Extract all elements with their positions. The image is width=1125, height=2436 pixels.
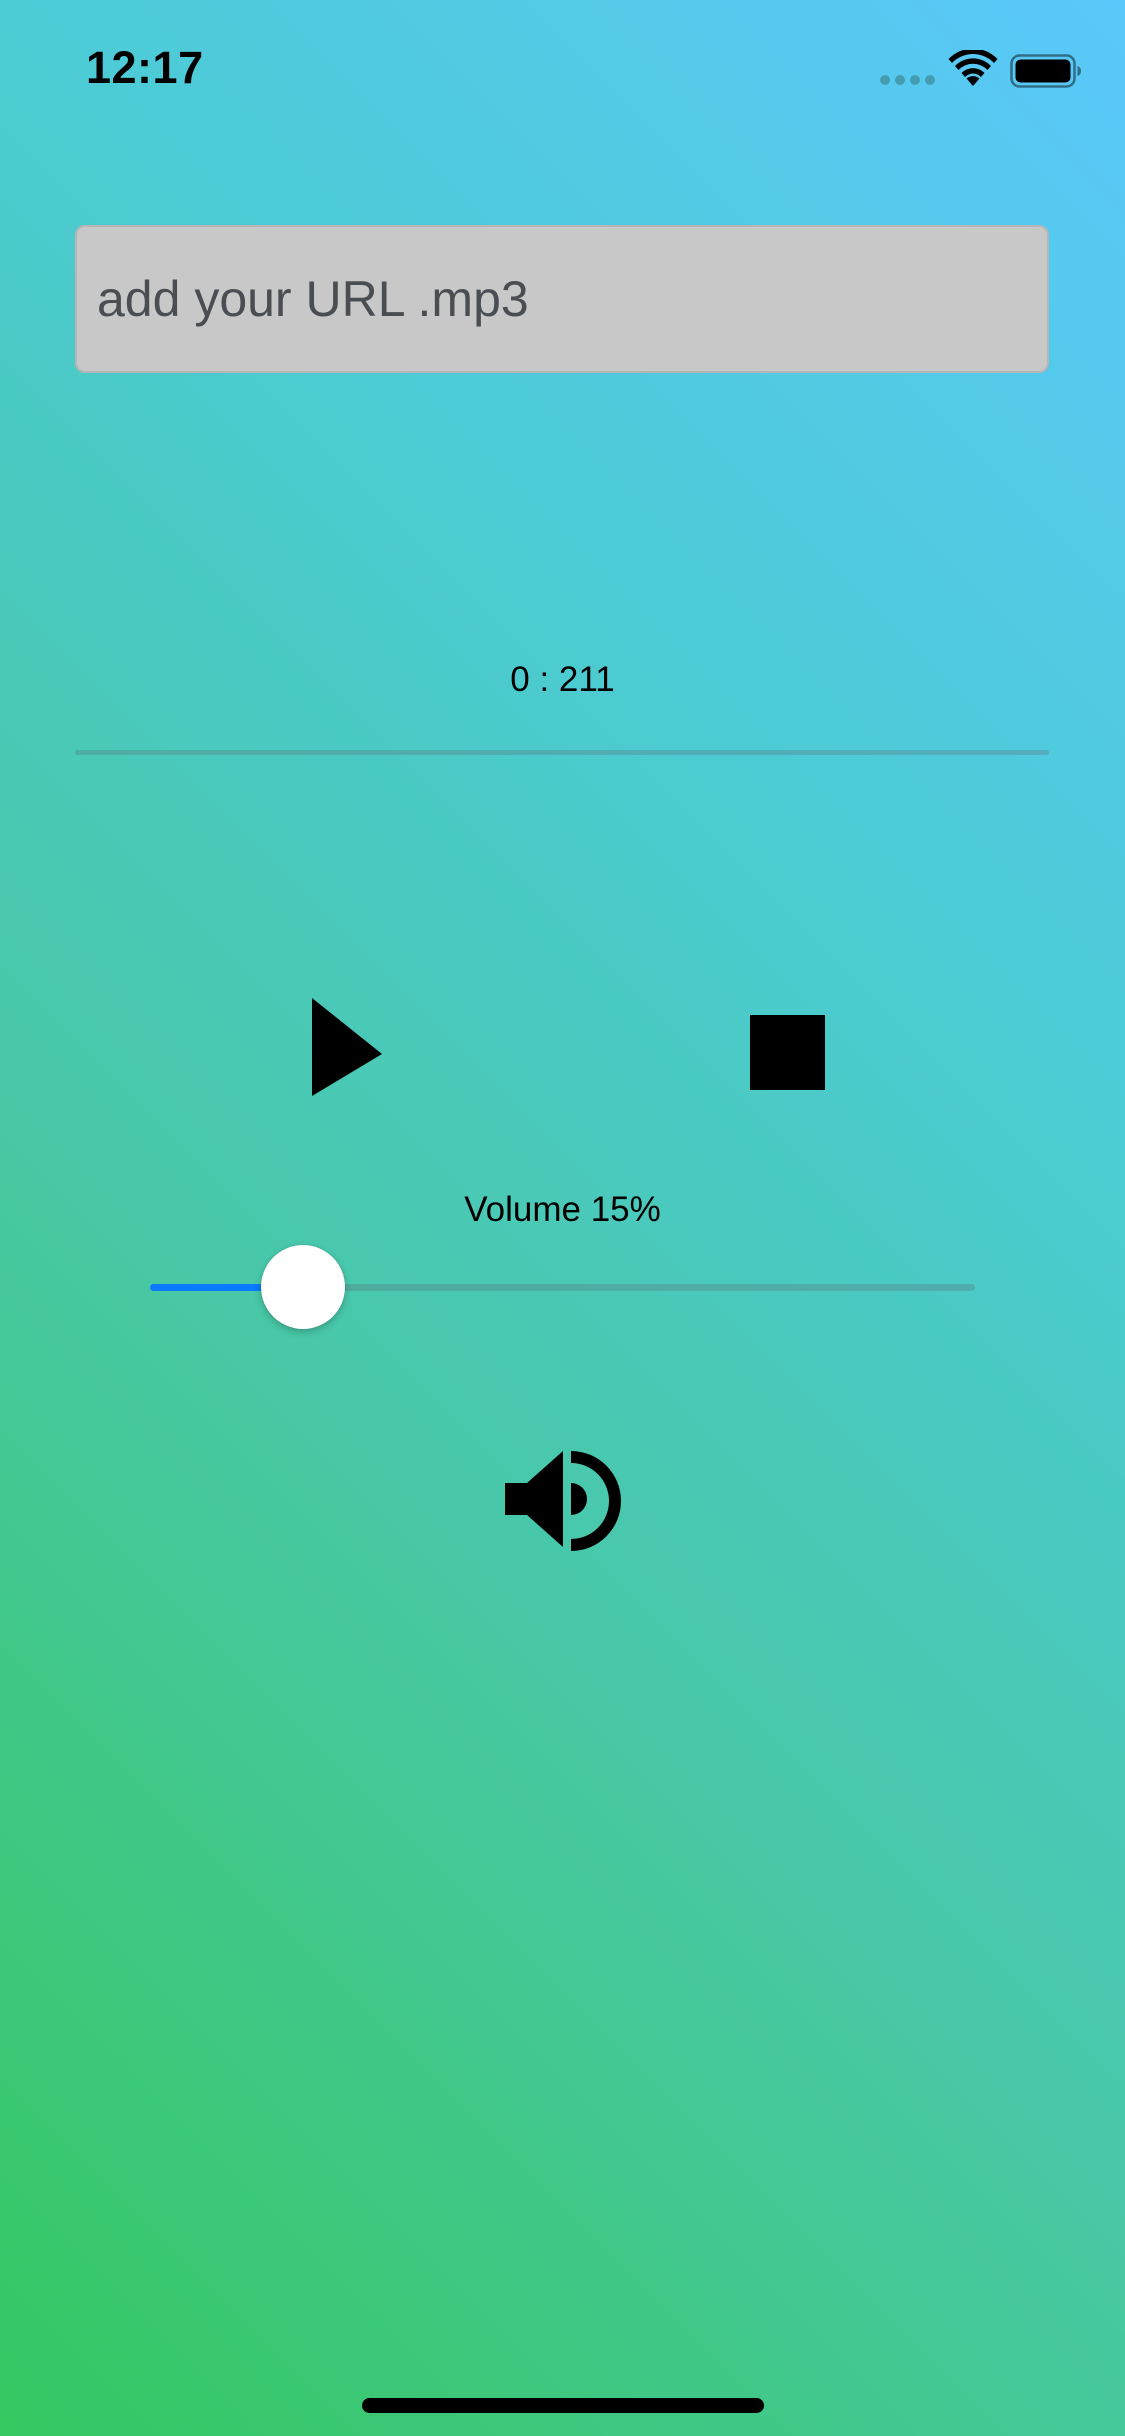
stop-icon: [750, 1015, 825, 1090]
stop-button[interactable]: [740, 1005, 830, 1095]
home-indicator: [362, 2398, 764, 2413]
volume-slider-thumb[interactable]: [261, 1245, 346, 1329]
play-button[interactable]: [300, 990, 400, 1110]
volume-slider[interactable]: [150, 1245, 975, 1329]
wifi-icon: [948, 50, 998, 86]
volume-label: Volume 15%: [464, 1190, 661, 1229]
status-time: 12:17: [86, 42, 204, 93]
speaker-button[interactable]: [503, 1445, 623, 1560]
status-bar: 12:17: [0, 0, 1125, 140]
battery-icon: [1010, 54, 1081, 88]
speaker-volume-icon: [505, 1451, 621, 1551]
cellular-signal-icon: [880, 75, 936, 87]
url-input[interactable]: [75, 225, 1049, 373]
playback-time-label: 0 : 211: [510, 660, 615, 699]
play-icon: [312, 998, 382, 1096]
playback-progress-bar: [75, 750, 1049, 755]
